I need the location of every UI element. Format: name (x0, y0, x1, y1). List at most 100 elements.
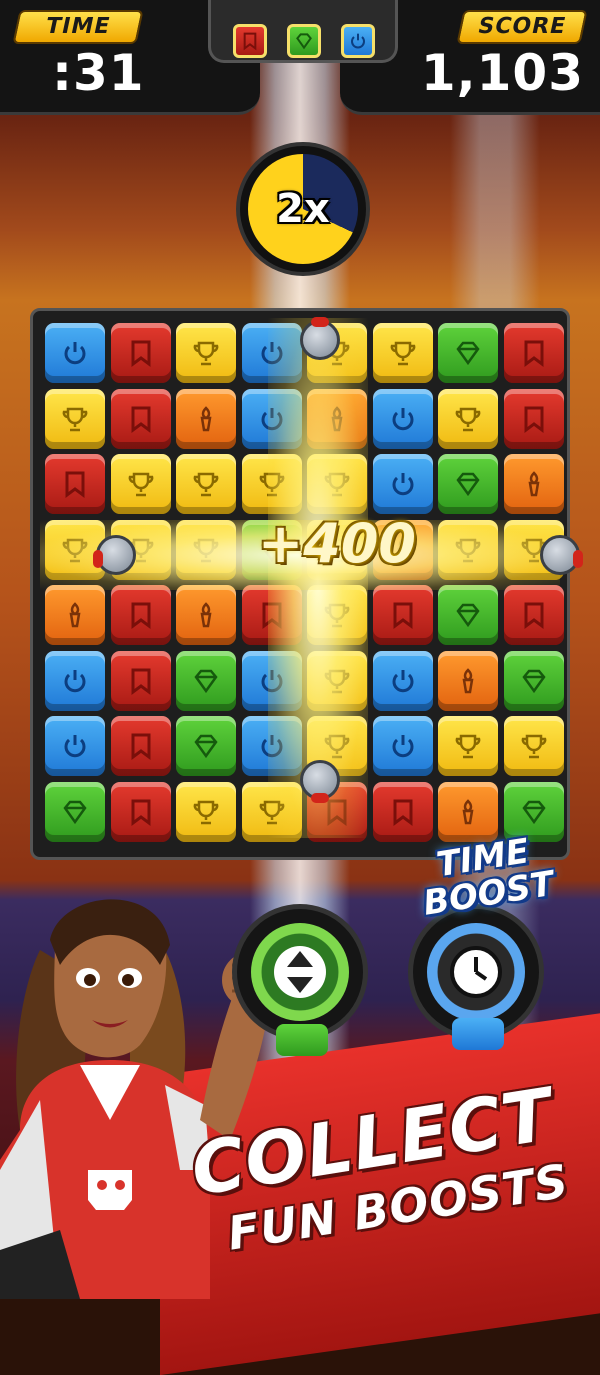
red-block[interactable] (110, 716, 171, 776)
power-icon (392, 735, 413, 758)
power-icon (64, 342, 86, 365)
bomb-top-icon (300, 317, 340, 360)
trophy-icon (193, 472, 219, 497)
trophy-icon (193, 800, 219, 824)
gem-icon (521, 800, 546, 824)
trophy-icon (193, 341, 219, 366)
banner-icon (131, 602, 150, 629)
bomb-bottom-icon (300, 760, 340, 803)
bomb-right-icon (540, 535, 583, 575)
power-icon (64, 669, 86, 692)
time-boost-block (452, 1018, 504, 1050)
red-block[interactable] (110, 585, 171, 645)
score-label: SCORE (456, 10, 588, 44)
blue-block[interactable] (372, 716, 433, 776)
banner-icon (131, 668, 150, 695)
red-block[interactable] (503, 388, 564, 449)
orange-block[interactable] (176, 585, 236, 645)
blue-block[interactable] (372, 388, 433, 449)
yellow-block[interactable] (110, 454, 171, 514)
score-value: 1,103 (420, 44, 584, 102)
multiplier-badge: 2x (236, 142, 370, 276)
blue-block[interactable] (45, 716, 105, 776)
yellow-block[interactable] (438, 716, 498, 776)
green-block[interactable] (176, 650, 236, 711)
yellow-block[interactable] (372, 323, 433, 383)
multiplier-label: 2x (276, 186, 330, 232)
trophy-icon (521, 734, 546, 759)
bomb-left-icon (93, 535, 136, 575)
orange-block[interactable] (438, 650, 498, 711)
gem-icon (521, 669, 546, 693)
banner-icon (524, 602, 543, 629)
green-block[interactable] (45, 781, 105, 842)
green-block[interactable] (438, 585, 498, 645)
torch-icon (200, 602, 212, 628)
yellow-block[interactable] (176, 323, 236, 383)
green-block[interactable] (438, 454, 498, 514)
goal-banner-icon (233, 24, 267, 58)
banner-icon (524, 340, 543, 367)
green-block[interactable] (438, 323, 498, 383)
gem-icon (194, 734, 218, 759)
trophy-icon (455, 734, 481, 759)
banner-icon (131, 733, 150, 760)
banner-icon (393, 602, 412, 629)
red-block[interactable] (45, 454, 105, 514)
yellow-block[interactable] (176, 454, 236, 514)
red-block[interactable] (503, 585, 564, 645)
trophy-icon (455, 407, 481, 431)
power-icon (392, 669, 413, 692)
torch-icon (528, 471, 539, 497)
banner-icon (65, 471, 85, 498)
power-icon (392, 473, 413, 496)
trophy-icon (62, 407, 88, 431)
power-icon (64, 735, 86, 758)
gem-icon (194, 669, 218, 693)
blue-block[interactable] (45, 650, 105, 711)
red-block[interactable] (372, 781, 433, 842)
gem-icon (456, 472, 480, 497)
clock-icon (450, 946, 502, 998)
red-block[interactable] (110, 781, 171, 842)
gem-icon (63, 800, 87, 824)
orange-block[interactable] (503, 454, 564, 514)
swap-arrows-icon (274, 946, 326, 998)
yellow-block[interactable] (438, 388, 498, 449)
swap-boost-button[interactable] (232, 904, 368, 1040)
banner-icon (131, 406, 150, 433)
banner-icon (524, 406, 543, 433)
banner-icon (131, 799, 150, 826)
orange-block[interactable] (45, 585, 105, 645)
banner-icon (393, 799, 412, 826)
time-label: TIME (12, 10, 144, 44)
torch-icon (200, 405, 212, 431)
green-block[interactable] (176, 716, 236, 776)
time-value: :31 (52, 44, 145, 102)
torch-icon (69, 602, 81, 628)
goal-power-icon (341, 24, 375, 58)
trophy-icon (128, 472, 153, 497)
swap-boost-block (276, 1024, 328, 1056)
blue-block[interactable] (372, 454, 433, 514)
gem-icon (456, 341, 480, 366)
yellow-block[interactable] (45, 388, 105, 449)
green-block[interactable] (503, 650, 564, 711)
yellow-block[interactable] (503, 716, 564, 776)
orange-block[interactable] (176, 388, 236, 449)
red-block[interactable] (110, 323, 171, 383)
trophy-icon (390, 341, 415, 366)
red-block[interactable] (110, 650, 171, 711)
blue-block[interactable] (45, 323, 105, 383)
red-block[interactable] (110, 388, 171, 449)
goal-gem-icon (287, 24, 321, 58)
gem-icon (456, 603, 480, 628)
banner-icon (131, 340, 150, 367)
blue-block[interactable] (372, 650, 433, 711)
red-block[interactable] (503, 323, 564, 383)
yellow-block[interactable] (176, 781, 236, 842)
torch-icon (462, 798, 474, 824)
red-block[interactable] (372, 585, 433, 645)
orange-block[interactable] (438, 781, 498, 842)
goal-tray (208, 0, 398, 63)
